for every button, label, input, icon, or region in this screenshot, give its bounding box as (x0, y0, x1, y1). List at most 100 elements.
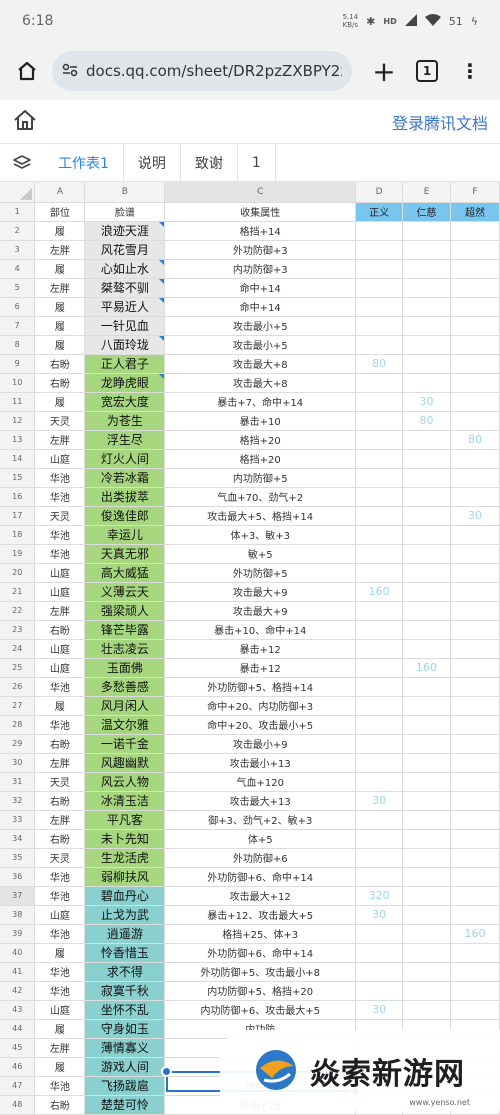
cell-attributes[interactable]: 命中+20、内功防御+3 (164, 696, 357, 716)
row-number[interactable]: 24 (0, 639, 36, 659)
cell-transcendence[interactable] (450, 829, 500, 849)
cell-attributes[interactable]: 气血+120 (164, 772, 357, 792)
cell-justice[interactable] (355, 924, 404, 944)
cell-transcendence[interactable] (450, 1000, 500, 1020)
cell-justice[interactable] (355, 221, 404, 241)
row-number[interactable]: 22 (0, 601, 36, 621)
cell-benevolence[interactable] (402, 506, 452, 526)
cell-mask-name[interactable]: 出类拔萃 (84, 487, 166, 507)
cell-attributes[interactable]: 御+3、劲气+2、敏+3 (164, 810, 357, 830)
cell-justice[interactable]: 30 (355, 1000, 404, 1020)
cell-part[interactable]: 山庭 (34, 658, 86, 678)
cell-transcendence[interactable]: 30 (450, 506, 500, 526)
cell-part[interactable]: 山庭 (34, 582, 86, 602)
tab-sheet-1[interactable]: 1 (238, 143, 276, 182)
header-cell-attributes[interactable]: 收集属性 (164, 202, 357, 222)
cell-justice[interactable] (355, 544, 404, 564)
header-cell-justice[interactable]: 正义 (355, 202, 404, 222)
cell-part[interactable]: 华池 (34, 981, 86, 1001)
cell-mask-name[interactable]: 幸运儿 (84, 525, 166, 545)
cell-attributes[interactable]: 攻击最小+5 (164, 335, 357, 355)
cell-benevolence[interactable] (402, 468, 452, 488)
row-number[interactable]: 20 (0, 563, 36, 583)
cell-part[interactable]: 山庭 (34, 1000, 86, 1020)
cell-transcendence[interactable] (450, 582, 500, 602)
cell-justice[interactable] (355, 525, 404, 545)
cell-transcendence[interactable] (450, 639, 500, 659)
row-number[interactable]: 17 (0, 506, 36, 526)
cell-mask-name[interactable]: 强梁顽人 (84, 601, 166, 621)
column-header-e[interactable]: E (402, 182, 452, 203)
cell-attributes[interactable]: 气血+70、劲气+2 (164, 487, 357, 507)
row-number[interactable]: 43 (0, 1000, 36, 1020)
cell-transcendence[interactable] (450, 772, 500, 792)
cell-part[interactable]: 右盼 (34, 734, 86, 754)
cell-benevolence[interactable] (402, 715, 452, 735)
cell-mask-name[interactable]: 飞扬跋扈 (84, 1076, 166, 1096)
sheet-list-icon[interactable] (0, 154, 44, 172)
cell-justice[interactable] (355, 487, 404, 507)
cell-attributes[interactable]: 攻击最小+5 (164, 316, 357, 336)
cell-attributes[interactable]: 暴击+7、命中+14 (164, 392, 357, 412)
cell-mask-name[interactable]: 心如止水 (84, 259, 166, 279)
cell-benevolence[interactable] (402, 259, 452, 279)
row-number[interactable]: 47 (0, 1076, 36, 1096)
cell-part[interactable]: 左胖 (34, 278, 86, 298)
cell-mask-name[interactable]: 风云人物 (84, 772, 166, 792)
cell-transcendence[interactable] (450, 487, 500, 507)
cell-part[interactable]: 右盼 (34, 620, 86, 640)
row-number[interactable]: 32 (0, 791, 36, 811)
cell-benevolence[interactable] (402, 886, 452, 906)
row-number[interactable]: 8 (0, 335, 36, 355)
cell-attributes[interactable]: 暴击+12 (164, 639, 357, 659)
cell-transcendence[interactable] (450, 525, 500, 545)
row-number[interactable]: 11 (0, 392, 36, 412)
cell-justice[interactable]: 320 (355, 886, 404, 906)
cell-benevolence[interactable] (402, 981, 452, 1001)
browser-home-icon[interactable] (12, 56, 42, 86)
cell-mask-name[interactable]: 一针见血 (84, 316, 166, 336)
cell-transcendence[interactable] (450, 563, 500, 583)
cell-transcendence[interactable] (450, 886, 500, 906)
cell-attributes[interactable]: 外功防御+6 (164, 848, 357, 868)
row-number[interactable]: 40 (0, 943, 36, 963)
cell-attributes[interactable]: 内功防御+5 (164, 468, 357, 488)
cell-justice[interactable] (355, 468, 404, 488)
tab-sheet1[interactable]: 工作表1 (44, 143, 124, 182)
cell-transcendence[interactable] (450, 810, 500, 830)
cell-part[interactable]: 履 (34, 392, 86, 412)
cell-justice[interactable] (355, 943, 404, 963)
cell-mask-name[interactable]: 多愁善感 (84, 677, 166, 697)
cell-transcendence[interactable] (450, 753, 500, 773)
row-number[interactable]: 15 (0, 468, 36, 488)
cell-justice[interactable] (355, 962, 404, 982)
cell-part[interactable]: 履 (34, 297, 86, 317)
cell-benevolence[interactable] (402, 316, 452, 336)
cell-benevolence[interactable] (402, 734, 452, 754)
cell-part[interactable]: 履 (34, 943, 86, 963)
cell-mask-name[interactable]: 楚楚可怜 (84, 1095, 166, 1115)
row-number[interactable]: 19 (0, 544, 36, 564)
cell-attributes[interactable]: 体+3、敏+3 (164, 525, 357, 545)
row-number[interactable]: 28 (0, 715, 36, 735)
cell-attributes[interactable]: 格挡+20 (164, 430, 357, 450)
cell-benevolence[interactable] (402, 677, 452, 697)
cell-transcendence[interactable] (450, 791, 500, 811)
cell-justice[interactable] (355, 316, 404, 336)
cell-attributes[interactable]: 外功防御+3 (164, 240, 357, 260)
cell-transcendence[interactable] (450, 658, 500, 678)
cell-justice[interactable] (355, 620, 404, 640)
cell-part[interactable]: 天灵 (34, 772, 86, 792)
cell-part[interactable]: 履 (34, 316, 86, 336)
cell-attributes[interactable]: 外功防御+5、格挡+14 (164, 677, 357, 697)
column-header-f[interactable]: F (450, 182, 500, 203)
cell-attributes[interactable]: 命中+14 (164, 297, 357, 317)
new-tab-button[interactable]: + (366, 55, 402, 88)
cell-justice[interactable] (355, 848, 404, 868)
cell-benevolence[interactable] (402, 791, 452, 811)
row-number[interactable]: 25 (0, 658, 36, 678)
cell-benevolence[interactable] (402, 810, 452, 830)
cell-transcendence[interactable] (450, 848, 500, 868)
cell-mask-name[interactable]: 浮生尽 (84, 430, 166, 450)
cell-mask-name[interactable]: 龙睁虎眼 (84, 373, 166, 393)
